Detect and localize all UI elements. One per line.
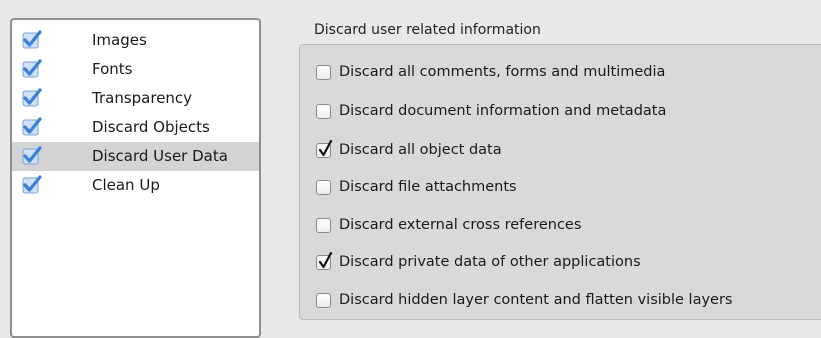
sidebar-item-clean-up[interactable]: Clean Up <box>12 171 259 200</box>
option-discard-document-information-metadata[interactable]: Discard document information and metadat… <box>316 99 666 123</box>
option-label: Discard all comments, forms and multimed… <box>339 64 666 80</box>
checkmark-icon <box>22 59 42 78</box>
group-title: Discard user related information <box>314 22 541 38</box>
sidebar-list[interactable]: Images Fonts Transparency Discard Object… <box>10 18 261 338</box>
checkmark-icon <box>22 117 42 136</box>
checkmark-icon <box>22 88 42 107</box>
option-discard-external-cross-references[interactable]: Discard external cross references <box>316 213 581 237</box>
option-label: Discard external cross references <box>339 217 582 233</box>
sidebar-item-label: Discard Objects <box>92 118 210 136</box>
sidebar-item-fonts[interactable]: Fonts <box>12 55 259 84</box>
sidebar-item-images[interactable]: Images <box>12 26 259 55</box>
option-discard-all-object-data[interactable]: Discard all object data <box>316 138 502 162</box>
option-label: Discard all object data <box>339 142 502 158</box>
option-discard-hidden-layer-content[interactable]: Discard hidden layer content and flatten… <box>316 288 732 312</box>
checkbox-checked[interactable] <box>316 251 333 270</box>
option-label: Discard file attachments <box>339 179 517 195</box>
checkbox[interactable] <box>316 292 331 308</box>
checkbox-checked[interactable] <box>316 139 333 158</box>
sidebar-item-label: Transparency <box>92 89 193 107</box>
option-discard-file-attachments[interactable]: Discard file attachments <box>316 175 517 199</box>
option-label: Discard private data of other applicatio… <box>339 254 641 270</box>
checkbox[interactable] <box>316 217 331 233</box>
option-discard-comments-forms-multimedia[interactable]: Discard all comments, forms and multimed… <box>316 60 665 84</box>
option-discard-private-data-other-applications[interactable]: Discard private data of other applicatio… <box>316 250 641 274</box>
checkmark-icon <box>318 251 333 268</box>
checkbox[interactable] <box>316 103 331 119</box>
option-label: Discard hidden layer content and flatten… <box>339 292 733 308</box>
sidebar-item-discard-user-data[interactable]: Discard User Data <box>12 142 259 171</box>
checkmark-icon <box>22 146 42 165</box>
checkmark-icon <box>22 30 42 49</box>
sidebar-item-label: Clean Up <box>92 176 160 194</box>
sidebar-item-label: Images <box>92 31 147 49</box>
checkmark-icon <box>318 139 333 156</box>
sidebar-item-label: Discard User Data <box>92 147 228 165</box>
checkbox[interactable] <box>316 179 331 195</box>
sidebar-item-label: Fonts <box>92 60 133 78</box>
sidebar-item-discard-objects[interactable]: Discard Objects <box>12 113 259 142</box>
option-label: Discard document information and metadat… <box>339 103 667 119</box>
checkbox[interactable] <box>316 64 331 80</box>
checkmark-icon <box>22 175 42 194</box>
sidebar-item-transparency[interactable]: Transparency <box>12 84 259 113</box>
